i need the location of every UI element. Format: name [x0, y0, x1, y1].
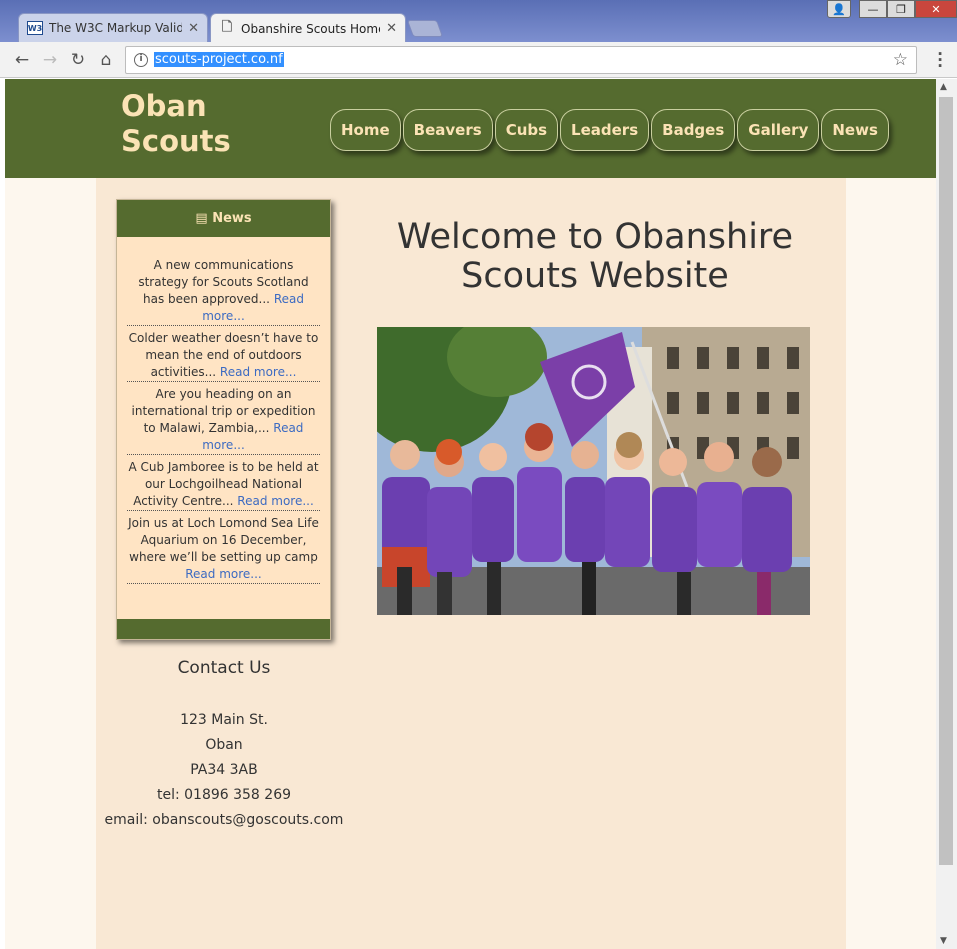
- contact-title: Contact Us: [177, 658, 271, 678]
- browser-toolbar: ← → ↻ ⌂ i scouts-project.co.nf ☆ · · ·: [0, 42, 957, 78]
- news-item: Are you heading on an international trip…: [127, 382, 320, 455]
- news-list: A new communications strategy for Scouts…: [117, 237, 330, 584]
- news-sidebar: ▤ News A new communications strategy for…: [116, 199, 331, 640]
- news-footer: [117, 619, 330, 639]
- site-logo[interactable]: Oban Scouts: [121, 89, 231, 159]
- address-bar[interactable]: i scouts-project.co.nf ☆: [125, 46, 917, 74]
- tab-title: The W3C Markup Validat: [49, 21, 183, 35]
- news-header: ▤ News: [117, 200, 330, 237]
- contact-phone: tel: 01896 358 269: [156, 787, 292, 803]
- read-more-link[interactable]: Read more...: [220, 365, 297, 379]
- scouts-group-photo: [377, 327, 810, 615]
- maximize-button[interactable]: ❐: [887, 0, 915, 18]
- list-icon: ▤: [195, 211, 208, 226]
- contact-town: Oban: [205, 737, 243, 753]
- home-icon[interactable]: ⌂: [96, 50, 116, 70]
- window-controls: 👤 — ❐ ✕: [827, 0, 957, 18]
- contact-email: email: obanscouts@goscouts.com: [104, 812, 344, 828]
- scroll-up-icon[interactable]: ▲: [940, 82, 947, 92]
- contact-postcode: PA34 3AB: [190, 762, 258, 778]
- close-icon[interactable]: ✕: [188, 21, 199, 36]
- main-content: ▤ News A new communications strategy for…: [96, 178, 846, 949]
- user-icon[interactable]: 👤: [827, 0, 851, 18]
- nav-news[interactable]: News: [821, 109, 889, 151]
- news-title: News: [212, 211, 252, 226]
- photo-illustration: [377, 327, 810, 615]
- news-text: Join us at Loch Lomond Sea Life Aquarium…: [128, 516, 319, 564]
- nav-cubs[interactable]: Cubs: [494, 109, 559, 151]
- logo-line-1: Oban: [121, 89, 207, 123]
- news-item: A new communications strategy for Scouts…: [127, 257, 320, 326]
- nav-leaders[interactable]: Leaders: [560, 109, 650, 151]
- read-more-link[interactable]: Read more...: [185, 567, 262, 581]
- tab-title: Obanshire Scouts Home: [241, 21, 381, 36]
- contact-section: Contact Us 123 Main St. Oban PA34 3AB te…: [96, 658, 352, 833]
- info-icon[interactable]: i: [134, 53, 148, 67]
- tab-strip: W3 The W3C Markup Validat ✕ 🗋 Obanshire …: [0, 0, 957, 43]
- contact-address: 123 Main St.: [180, 712, 268, 728]
- close-icon[interactable]: ✕: [386, 21, 397, 36]
- w3c-icon: W3: [27, 21, 43, 35]
- tab-w3c-validator[interactable]: W3 The W3C Markup Validat ✕: [18, 13, 208, 42]
- logo-line-2: Scouts: [121, 124, 231, 158]
- scroll-down-icon[interactable]: ▼: [940, 936, 947, 946]
- scroll-thumb[interactable]: [939, 97, 953, 865]
- page-title: Welcome to Obanshire Scouts Website: [396, 217, 794, 296]
- news-item: Colder weather doesn’t have to mean the …: [127, 326, 320, 382]
- vertical-scrollbar[interactable]: ▲ ▼: [936, 79, 957, 949]
- close-window-button[interactable]: ✕: [915, 0, 957, 18]
- forward-icon[interactable]: →: [40, 50, 60, 70]
- read-more-link[interactable]: Read more...: [237, 494, 314, 508]
- page-icon: 🗋: [221, 19, 233, 35]
- minimize-button[interactable]: —: [859, 0, 887, 18]
- tab-obanshire-scouts[interactable]: 🗋 Obanshire Scouts Home ✕: [210, 13, 406, 43]
- bookmark-star-icon[interactable]: ☆: [893, 50, 908, 70]
- nav-home[interactable]: Home: [330, 109, 401, 151]
- nav-badges[interactable]: Badges: [651, 109, 736, 151]
- site-header: Oban Scouts Home Beavers Cubs Leaders Ba…: [5, 79, 936, 178]
- reload-icon[interactable]: ↻: [68, 50, 88, 70]
- nav-beavers[interactable]: Beavers: [402, 109, 493, 151]
- nav-gallery[interactable]: Gallery: [737, 109, 820, 151]
- back-icon[interactable]: ←: [12, 50, 32, 70]
- page-viewport: Oban Scouts Home Beavers Cubs Leaders Ba…: [5, 79, 936, 949]
- news-item: A Cub Jamboree is to be held at our Loch…: [127, 455, 320, 511]
- news-item: Join us at Loch Lomond Sea Life Aquarium…: [127, 511, 320, 584]
- menu-icon[interactable]: · · ·: [937, 47, 943, 74]
- new-tab-button[interactable]: [406, 20, 444, 37]
- url-text[interactable]: scouts-project.co.nf: [154, 52, 284, 67]
- main-nav: Home Beavers Cubs Leaders Badges Gallery…: [330, 109, 891, 151]
